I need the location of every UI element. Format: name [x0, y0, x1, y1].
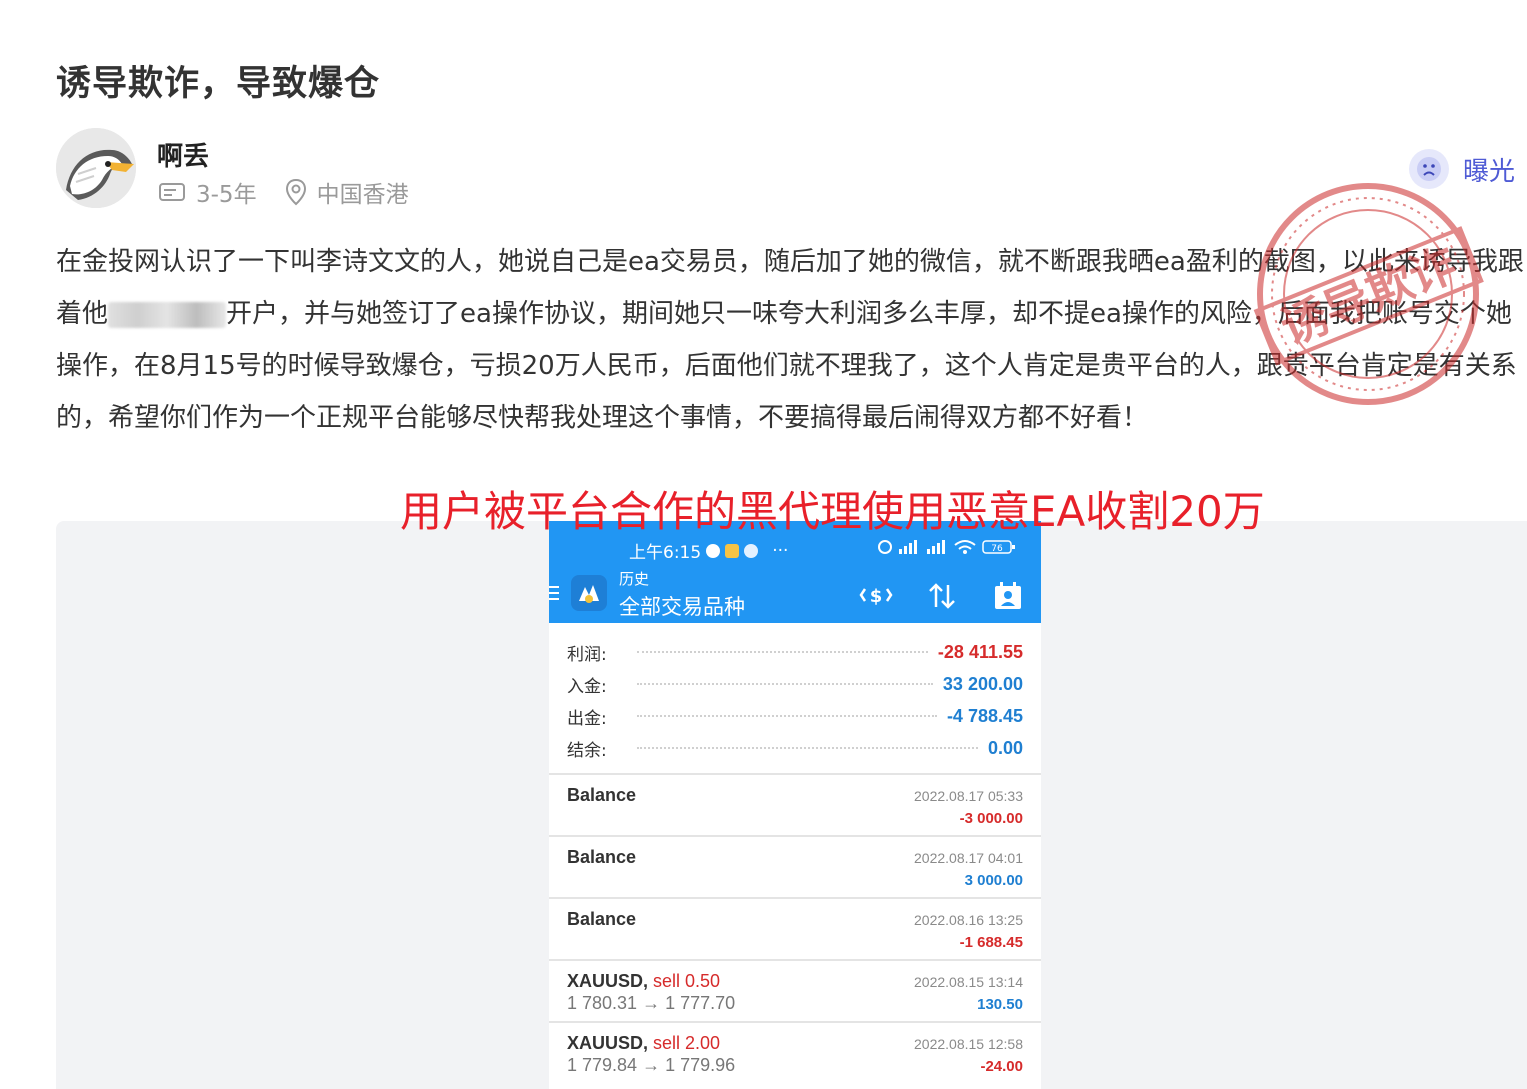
app-logo-icon [571, 575, 607, 611]
sort-icon[interactable] [925, 579, 959, 613]
transaction-amount: 3 000.00 [964, 872, 1023, 889]
status-time: 上午6:15 ··· [629, 538, 789, 564]
id-card-icon [158, 181, 186, 203]
summary-value: 0.00 [987, 737, 1023, 758]
location-pin-icon [285, 178, 307, 206]
status-time-text: 上午6:15 [629, 543, 702, 563]
location-text: 中国香港 [316, 182, 409, 208]
transaction-date: 2022.08.16 13:25 [914, 912, 1023, 928]
transaction-name: Balance [567, 909, 637, 929]
post-page: 诱导欺诈，导致爆仓 啊丢 3-5年 中国香港 曝光 在金投网认识了一下叫李诗文文… [0, 0, 1527, 1089]
transaction-name: XAUUSD, sell 2.00 [567, 1033, 721, 1053]
transaction-price: 1 779.84 → 1 779.96 [567, 1055, 736, 1075]
transaction-date: 2022.08.17 05:33 [914, 788, 1023, 804]
summary-row-balance: 结余: 0.00 [567, 732, 1023, 764]
status-shield-icon [744, 543, 759, 558]
transaction-amount: -3 000.00 [959, 810, 1023, 827]
transaction-row[interactable]: Balance 2022.08.16 13:25 -1 688.45 [549, 897, 1041, 959]
transaction-date: 2022.08.17 04:01 [914, 850, 1023, 866]
summary-label: 出金: [567, 708, 607, 729]
redacted-name [108, 301, 227, 328]
summary-label: 入金: [567, 676, 607, 697]
signal-wifi-battery-icon: 76 [878, 540, 1015, 554]
transaction-date: 2022.08.15 13:14 [914, 974, 1023, 990]
transaction-amount: -24.00 [980, 1058, 1023, 1075]
post-body-part-2: 开户，并与她签订了ea操作协议，期间她只一味夸大利润多么丰厚，却不提ea操作的风… [56, 299, 1517, 433]
menu-icon[interactable] [549, 585, 559, 601]
transaction-date: 2022.08.15 12:58 [914, 1036, 1023, 1052]
currency-filter-icon[interactable]: $ [859, 579, 893, 613]
summary-value: -28 411.55 [937, 641, 1023, 662]
expose-button[interactable]: 曝光 [1408, 149, 1515, 189]
transaction-row[interactable]: Balance 2022.08.17 04:01 3 000.00 [549, 835, 1041, 897]
post-title: 诱导欺诈，导致爆仓 [56, 64, 381, 104]
status-indicators: 76 [877, 539, 1017, 555]
calendar-icon[interactable] [991, 579, 1025, 613]
transaction-name: XAUUSD, sell 0.50 [567, 971, 721, 991]
history-subtitle: 历史 [619, 570, 650, 588]
status-app-icon [706, 543, 721, 558]
experience-text: 3-5年 [196, 182, 257, 208]
image-caption: 用户被平台合作的黑代理使用恶意EA收割20万 [400, 487, 1265, 536]
account-summary: 利润: -28 411.55 入金: 33 200.00 出金: -4 788.… [549, 623, 1041, 773]
transaction-row[interactable]: Balance 2022.08.17 05:33 -3 000.00 [549, 773, 1041, 835]
battery-level: 76 [991, 544, 1003, 554]
summary-label: 利润: [567, 644, 607, 665]
instrument-filter[interactable]: 全部交易品种 [619, 591, 745, 621]
expose-label: 曝光 [1462, 156, 1515, 187]
transaction-amount: 130.50 [977, 996, 1023, 1013]
transaction-amount: -1 688.45 [959, 934, 1023, 951]
status-more: ··· [772, 540, 789, 561]
summary-row-profit: 利润: -28 411.55 [567, 636, 1023, 668]
summary-value: -4 788.45 [946, 705, 1023, 726]
summary-row-deposit: 入金: 33 200.00 [567, 668, 1023, 700]
status-mail-icon [725, 543, 740, 558]
transaction-price: 1 780.31 → 1 777.70 [567, 993, 736, 1013]
svg-text:$: $ [870, 586, 883, 607]
eagle-avatar-icon [56, 128, 136, 208]
phone-screenshot: 上午6:15 ··· 76 历史 全部交易品种 $ 利润: -28 411.55… [549, 521, 1041, 1089]
post-body: 在金投网认识了一下叫李诗文文的人，她说自己是ea交易员，随后加了她的微信，就不断… [56, 236, 1524, 444]
transaction-row[interactable]: XAUUSD, sell 2.00 1 779.84 → 1 779.96 20… [549, 1021, 1041, 1083]
author-avatar[interactable] [56, 128, 136, 208]
transaction-row[interactable]: XAUUSD, sell 0.50 1 780.31 → 1 777.70 20… [549, 959, 1041, 1021]
author-meta: 3-5年 中国香港 [158, 176, 409, 208]
transaction-name: Balance [567, 785, 637, 805]
sad-face-icon [1408, 149, 1449, 189]
author-name[interactable]: 啊丢 [157, 136, 209, 173]
transaction-name: Balance [567, 847, 637, 867]
summary-row-withdrawal: 出金: -4 788.45 [567, 700, 1023, 732]
summary-value: 33 200.00 [942, 673, 1023, 694]
summary-label: 结余: [567, 740, 607, 761]
